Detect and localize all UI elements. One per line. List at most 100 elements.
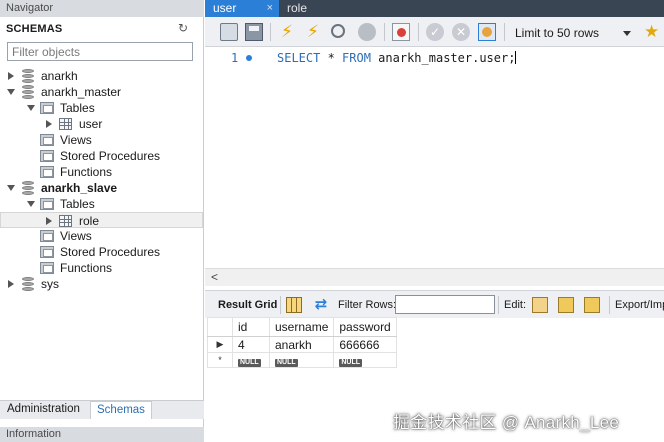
text-cursor (515, 51, 517, 64)
sql-statement[interactable]: SELECT * FROM anarkh_master.user; (277, 51, 517, 65)
database-icon (22, 181, 34, 195)
tree-item-slave-views[interactable]: Views (0, 228, 203, 244)
tab-role-query[interactable]: role (279, 0, 339, 17)
stop-on-error-icon[interactable] (392, 23, 410, 41)
filter-objects-input[interactable] (7, 42, 193, 61)
scroll-left-icon[interactable]: < (211, 270, 218, 284)
tree-item-anarkh-master[interactable]: anarkh_master (0, 84, 203, 100)
open-file-icon[interactable] (220, 23, 238, 41)
column-header-id[interactable]: id (232, 317, 270, 337)
commit-icon[interactable]: ✓ (426, 23, 444, 41)
refresh-schemas-icon[interactable]: ↻ (176, 21, 190, 35)
cell-id[interactable]: 4 (232, 336, 270, 353)
table-row[interactable]: ▶ 4 anarkh 666666 (207, 336, 397, 353)
folder-icon (40, 166, 54, 178)
navigator-header: Navigator (0, 0, 204, 17)
collapse-icon[interactable] (7, 89, 15, 95)
watermark: 掘金技术社区 @ Anarkh_Lee (393, 413, 620, 432)
expand-icon[interactable] (8, 280, 14, 288)
folder-icon (40, 230, 54, 242)
cell-username-null[interactable]: NULL (268, 352, 335, 368)
row-pointer-icon[interactable]: ▶ (207, 336, 233, 353)
tree-item-slave-procs[interactable]: Stored Procedures (0, 244, 203, 260)
beautify-star-icon[interactable]: ★ (644, 23, 659, 41)
collapse-icon[interactable] (27, 105, 35, 111)
folder-icon (40, 102, 54, 114)
tab-user-query[interactable]: user × (205, 0, 279, 17)
delete-row-icon[interactable] (584, 297, 600, 313)
stop-icon[interactable] (358, 23, 376, 41)
sql-editor[interactable]: 1 SELECT * FROM anarkh_master.user; (205, 48, 664, 268)
explain-icon[interactable] (331, 24, 345, 38)
expand-icon[interactable] (46, 217, 52, 225)
sql-table-ref: anarkh_master.user (370, 51, 509, 65)
chevron-down-icon[interactable] (623, 31, 631, 36)
toolbar-divider (498, 296, 499, 314)
tab-schemas[interactable]: Schemas (90, 401, 152, 419)
tree-item-label: role (79, 214, 100, 228)
tree-item-master-tables[interactable]: Tables (0, 100, 203, 116)
refresh-icon[interactable]: ⇄ (313, 297, 329, 313)
filter-rows-input[interactable] (395, 295, 495, 314)
folder-icon (40, 134, 54, 146)
tree-item-anarkh[interactable]: anarkh (0, 68, 203, 84)
tree-item-label: anarkh_slave (41, 181, 118, 195)
tree-item-label: Tables (60, 197, 95, 211)
rollback-icon[interactable]: ✕ (452, 23, 470, 41)
edit-row-icon[interactable] (532, 297, 548, 313)
new-row[interactable]: * NULL NULL NULL (207, 352, 397, 368)
autocommit-toggle-icon[interactable] (478, 23, 496, 41)
add-row-icon[interactable] (558, 297, 574, 313)
folder-icon (40, 246, 54, 258)
tree-item-sys[interactable]: sys (0, 276, 203, 292)
grid-header-row: id username password (207, 317, 397, 337)
execute-current-icon[interactable]: ⚡ (304, 23, 322, 41)
result-grid: id username password ▶ 4 anarkh 666666 *… (207, 317, 397, 368)
execute-all-icon[interactable]: ⚡ (278, 23, 296, 41)
row-header-corner (207, 317, 233, 337)
folder-icon (40, 262, 54, 274)
cell-id-null[interactable]: NULL (232, 352, 270, 368)
folder-icon (40, 198, 54, 210)
expand-icon[interactable] (46, 120, 52, 128)
null-badge: NULL (238, 359, 261, 367)
tree-item-slave-funcs[interactable]: Functions (0, 260, 203, 276)
collapse-icon[interactable] (27, 201, 35, 207)
query-tab-bar: user × role (205, 0, 664, 17)
close-tab-icon[interactable]: × (267, 0, 273, 16)
tree-item-label: Functions (60, 261, 113, 275)
tab-label: user (213, 1, 237, 15)
tree-item-anarkh-slave[interactable]: anarkh_slave (0, 180, 203, 196)
tree-item-master-user-table[interactable]: user (0, 116, 203, 132)
cell-username[interactable]: anarkh (268, 336, 335, 353)
tree-item-slave-role-table[interactable]: role (0, 212, 203, 228)
tab-administration[interactable]: Administration (7, 403, 80, 415)
tree-item-label: Views (60, 229, 92, 243)
tree-item-label: anarkh (41, 69, 78, 83)
limit-rows-select[interactable]: Limit to 50 rows (510, 24, 635, 42)
tree-item-master-procs[interactable]: Stored Procedures (0, 148, 203, 164)
null-badge: NULL (275, 359, 298, 367)
save-icon[interactable] (245, 23, 263, 41)
new-row-marker: * (207, 352, 233, 368)
navigator-tabs: Administration Schemas (0, 400, 204, 419)
cell-password-null[interactable]: NULL (333, 352, 397, 368)
collapse-icon[interactable] (7, 185, 15, 191)
tree-item-label: Stored Procedures (60, 245, 161, 259)
column-header-username[interactable]: username (268, 317, 335, 337)
column-header-password[interactable]: password (333, 317, 397, 337)
edit-label: Edit: (504, 299, 527, 311)
result-grid-label[interactable]: Result Grid (218, 299, 277, 311)
toolbar-divider (609, 296, 610, 314)
sql-keyword-select: SELECT (277, 51, 321, 65)
grid-view-icon[interactable] (286, 297, 302, 313)
cell-password[interactable]: 666666 (333, 336, 397, 353)
export-import-label[interactable]: Export/Imp (615, 299, 664, 311)
expand-icon[interactable] (8, 72, 14, 80)
tree-item-master-funcs[interactable]: Functions (0, 164, 203, 180)
tree-item-master-views[interactable]: Views (0, 132, 203, 148)
sql-keyword-from: FROM (342, 51, 371, 65)
horizontal-scrollbar[interactable]: < (205, 268, 664, 286)
tree-item-slave-tables[interactable]: Tables (0, 196, 203, 212)
table-icon (59, 118, 72, 130)
